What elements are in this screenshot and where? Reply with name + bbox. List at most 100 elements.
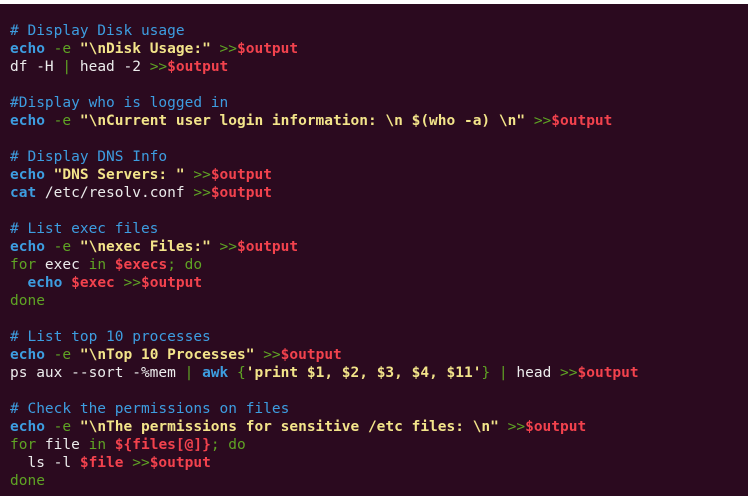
code-line: echo $exec >>$output xyxy=(10,274,639,292)
code-token: >> xyxy=(193,185,211,201)
code-line: echo "DNS Servers: " >>$output xyxy=(10,166,639,184)
code-token: awk xyxy=(202,365,229,381)
code-token: $output xyxy=(237,239,299,255)
code-token: # Display DNS Info xyxy=(10,149,168,165)
code-token: $exec xyxy=(71,275,115,291)
code-token: "DNS Servers: " xyxy=(53,167,185,183)
code-token: $output xyxy=(551,113,613,129)
code-line: cat /etc/resolv.conf >>$output xyxy=(10,184,639,202)
code-line: ls -l $file >>$output xyxy=(10,454,639,472)
code-token: for xyxy=(10,437,37,453)
code-token: "\nCurrent user login information: \n $(… xyxy=(79,113,526,129)
code-line: echo -e "\nDisk Usage:" >>$output xyxy=(10,40,639,58)
code-line: df -H | head -2 >>$output xyxy=(10,58,639,76)
code-token: head -2 xyxy=(71,59,150,75)
code-line: #Display who is logged in xyxy=(10,94,639,112)
code-line: ps aux --sort -%mem | awk {'print $1, $2… xyxy=(10,364,639,382)
code-token: >> xyxy=(132,455,150,471)
code-token: >> xyxy=(149,59,168,75)
code-line: for file in ${files[@]}; do xyxy=(10,436,639,454)
code-token: echo xyxy=(10,419,45,435)
code-token: # List exec files xyxy=(10,221,159,237)
code-token: # Check the permissions on files xyxy=(10,401,290,417)
code-token: "\nDisk Usage:" xyxy=(79,41,211,57)
code-line: echo -e "\nCurrent user login informatio… xyxy=(10,112,639,130)
code-token: echo xyxy=(10,41,45,57)
code-token: echo xyxy=(10,239,45,255)
code-token: >> xyxy=(507,419,526,435)
code-token: $execs xyxy=(114,257,168,273)
code-token: >> xyxy=(193,167,211,183)
code-token: in xyxy=(88,257,107,273)
code-token: >> xyxy=(219,239,238,255)
code-line: # List top 10 processes xyxy=(10,328,639,346)
code-token: -e xyxy=(53,419,72,435)
code-token: $output xyxy=(210,185,272,201)
code-token: cat xyxy=(10,185,37,201)
code-token: in xyxy=(88,437,107,453)
code-token: >> xyxy=(123,275,141,291)
code-token: file xyxy=(36,437,89,453)
code-token: # List top 10 processes xyxy=(10,329,211,345)
code-token: $output xyxy=(280,347,342,363)
code-token: $output xyxy=(167,59,229,75)
code-line: # Display DNS Info xyxy=(10,148,639,166)
code-line: for exec in $execs; do xyxy=(10,256,639,274)
code-token: } xyxy=(481,365,491,381)
code-token: done xyxy=(10,293,45,309)
code-token: #Display who is logged in xyxy=(10,95,229,111)
code-token: echo xyxy=(10,167,45,183)
code-view[interactable]: # Display Disk usage echo -e "\nDisk Usag… xyxy=(10,22,639,490)
code-token: /etc/resolv.conf xyxy=(36,185,194,201)
code-token: -e xyxy=(53,113,72,129)
terminal-editor[interactable]: # Display Disk usage echo -e "\nDisk Usag… xyxy=(0,4,748,496)
code-token: -e xyxy=(53,41,72,57)
code-token: done xyxy=(10,473,45,489)
code-token: ; do xyxy=(167,257,203,273)
code-token: head xyxy=(507,365,561,381)
code-token: >> xyxy=(263,347,281,363)
code-token: exec xyxy=(36,257,89,273)
code-token: $output xyxy=(237,41,299,57)
code-token: $output xyxy=(577,365,639,381)
code-token: 'print $1, $2, $3, $4, $11' xyxy=(245,365,482,381)
code-token: >> xyxy=(560,365,578,381)
code-line: # Check the permissions on files xyxy=(10,400,639,418)
code-token: >> xyxy=(219,41,238,57)
code-token: echo xyxy=(10,347,45,363)
code-line: # Display Disk usage xyxy=(10,22,639,40)
code-token: -e xyxy=(53,347,72,363)
code-token: $output xyxy=(210,167,272,183)
code-token: | xyxy=(62,59,72,75)
code-token: { xyxy=(237,365,246,381)
code-token: "\nTop 10 Processes" xyxy=(79,347,255,363)
code-token: "\nThe permissions for sensitive /etc fi… xyxy=(79,419,499,435)
code-line: echo -e "\nexec Files:" >>$output xyxy=(10,238,639,256)
code-line: echo -e "\nThe permissions for sensitive… xyxy=(10,418,639,436)
code-token: "\nexec Files:" xyxy=(79,239,211,255)
code-token: $output xyxy=(140,275,203,291)
